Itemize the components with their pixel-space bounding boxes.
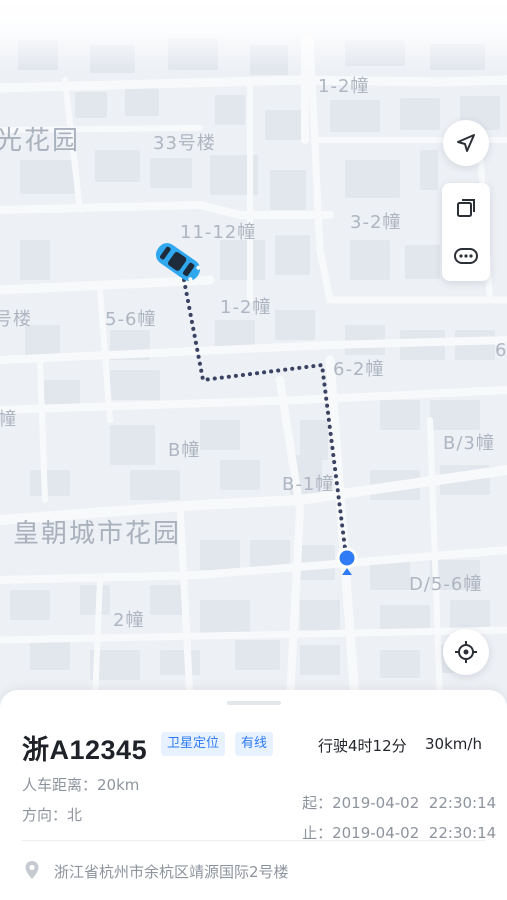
end-time-row: 止：2019-04-02 22:30:14 (283, 804, 496, 861)
divider (22, 840, 485, 841)
map-label: 33号楼 (153, 133, 216, 154)
more-dots-icon (454, 248, 478, 264)
tag-satellite: 卫星定位 (161, 732, 226, 756)
map-label: 2幢 (113, 610, 145, 631)
plate-number: 浙A12345 (22, 735, 148, 765)
drive-time: 行驶4时12分 (318, 737, 407, 755)
map-label: 11-12幢 (180, 222, 257, 243)
route-line (182, 278, 348, 558)
map-label: 幢 (0, 409, 17, 430)
direction-row: 方向：北 (22, 804, 82, 825)
map-label: B/3幢 (443, 433, 495, 454)
map-view[interactable]: 1-2幢 光花园 33号楼 3-2幢 11-12幢 号楼 5-6幢 1-2幢 6… (0, 0, 507, 720)
map-label: 5-6幢 (105, 309, 157, 330)
location-pin-icon (25, 861, 39, 879)
drag-handle[interactable] (227, 701, 281, 705)
direction-label: 方向： (22, 806, 68, 824)
vehicle-info-sheet[interactable]: 浙A12345 卫星定位 有线 行驶4时12分 30km/h 人车距离：20km… (0, 690, 507, 900)
tag-wired: 有线 (235, 732, 274, 756)
speed: 30km/h (425, 735, 482, 753)
map-label: 皇朝城市花园 (13, 519, 182, 549)
map-base (0, 36, 507, 705)
map-label: 号楼 (0, 309, 32, 330)
distance-row: 人车距离：20km (22, 774, 139, 795)
locate-button[interactable] (443, 120, 489, 166)
map-label: 6 (495, 340, 507, 361)
map-label: B幢 (168, 440, 201, 461)
recenter-button[interactable] (443, 629, 489, 675)
map-label: 6-2幢 (333, 359, 385, 380)
map-label: 1-2幢 (318, 76, 370, 97)
map-tools-panel (442, 183, 490, 281)
layers-icon (457, 199, 475, 217)
navigation-arrow-icon (457, 134, 475, 152)
map-label: D/5-6幢 (409, 574, 483, 595)
status-bar-fade (0, 0, 507, 70)
more-button[interactable] (442, 232, 490, 280)
address-text: 浙江省杭州市余杭区靖源国际2号楼 (54, 863, 289, 881)
direction-value: 北 (67, 806, 83, 824)
crosshair-icon (455, 641, 477, 663)
map-label: 光花园 (0, 126, 81, 156)
distance-value: 20km (97, 776, 140, 794)
distance-label: 人车距离： (22, 776, 98, 794)
layers-button[interactable] (442, 184, 490, 232)
map-label: 1-2幢 (220, 297, 272, 318)
current-position-marker (336, 547, 358, 575)
map-label: B-1幢 (282, 474, 335, 495)
map-label: 3-2幢 (350, 212, 402, 233)
